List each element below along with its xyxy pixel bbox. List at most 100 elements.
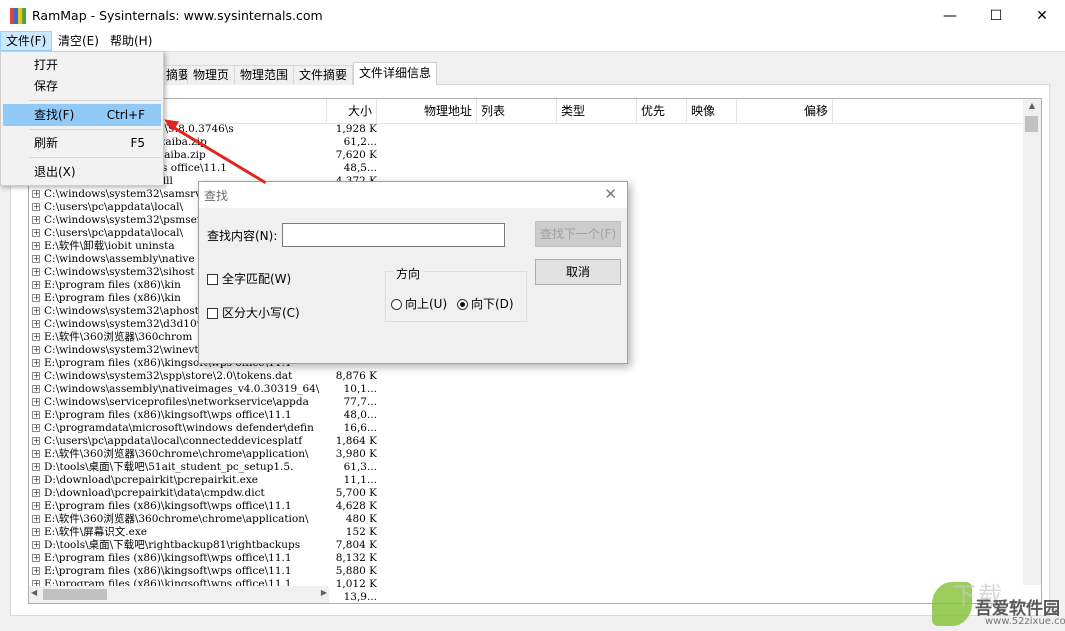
match-case-checkbox[interactable]: 区分大小写(C) xyxy=(207,304,300,321)
expand-icon[interactable]: + xyxy=(32,554,40,562)
table-row[interactable]: + C:\windows\serviceprofiles\networkservi… xyxy=(29,396,1022,409)
menu-clear[interactable]: 清空(E) xyxy=(53,31,104,51)
expand-icon[interactable]: + xyxy=(32,567,40,575)
expand-icon[interactable]: + xyxy=(32,333,40,341)
column-list[interactable]: 列表 xyxy=(477,99,557,123)
column-offset[interactable]: 偏移 xyxy=(737,99,833,123)
table-row[interactable]: + D:\download\pcrepairkit\pcrepairkit.exe… xyxy=(29,474,1022,487)
dialog-close-icon[interactable]: ✕ xyxy=(604,185,617,203)
expand-icon[interactable]: + xyxy=(32,515,40,523)
expand-icon[interactable]: + xyxy=(32,489,40,497)
menu-item-exit[interactable]: 退出(X) xyxy=(3,161,161,183)
table-row[interactable]: + D:\tools\桌面\下载吧\51ait_student_pc_setup1… xyxy=(29,461,1022,474)
expand-icon[interactable]: + xyxy=(32,346,40,354)
column-physical-address[interactable]: 物理地址 xyxy=(377,99,477,123)
cancel-button[interactable]: 取消 xyxy=(535,259,621,285)
expand-icon[interactable]: + xyxy=(32,398,40,406)
expand-icon[interactable]: + xyxy=(32,294,40,302)
table-row[interactable]: + C:\users\pc\appdata\local\connecteddevi… xyxy=(29,435,1022,448)
expand-icon[interactable]: + xyxy=(32,359,40,367)
expand-icon[interactable]: + xyxy=(32,450,40,458)
find-label: 查找内容(N): xyxy=(207,229,278,243)
table-row[interactable]: +E:\...\aitstudentpc_xiazaiba.zip61,2... xyxy=(29,136,1022,149)
menu-separator xyxy=(29,100,161,101)
expand-icon[interactable]: + xyxy=(32,528,40,536)
expand-icon[interactable]: + xyxy=(32,229,40,237)
find-input[interactable] xyxy=(282,223,505,247)
vertical-scrollbar[interactable]: ▲ xyxy=(1023,99,1041,585)
checkbox-label: 区分大小写(C) xyxy=(222,306,300,320)
scroll-right-icon[interactable]: ▶ xyxy=(321,588,327,597)
expand-icon[interactable]: + xyxy=(32,281,40,289)
expand-icon[interactable]: + xyxy=(32,255,40,263)
close-button[interactable]: ✕ xyxy=(1019,0,1065,31)
direction-up-radio[interactable]: 向上(U) xyxy=(391,295,447,312)
expand-icon[interactable]: + xyxy=(32,268,40,276)
row-path: E:\program files (x86)\kingsoft\wps offi… xyxy=(44,500,292,512)
menu-file[interactable]: 文件(F) xyxy=(0,31,53,51)
table-row[interactable]: +D:\...\rightbackup_xiazaiba.zip7,620 K xyxy=(29,149,1022,162)
menu-item-find[interactable]: 查找(F) Ctrl+F xyxy=(3,104,161,126)
table-row[interactable]: + E:\软件\屏幕识文.exe 152 K xyxy=(29,526,1022,539)
expand-icon[interactable]: + xyxy=(32,372,40,380)
table-row[interactable]: + E:\program files (x86)\kingsoft\wps off… xyxy=(29,565,1022,578)
row-size: 10,1... xyxy=(343,383,377,395)
column-image[interactable]: 映像 xyxy=(687,99,737,123)
tab-physical-pages[interactable]: 物理页 xyxy=(187,65,236,85)
menu-item-save[interactable]: 保存 xyxy=(3,75,161,97)
table-row[interactable]: + E:\软件\360浏览器\360chrome\chrome\applicati… xyxy=(29,448,1022,461)
table-row[interactable]: + C:\windows\system32\spp\store\2.0\token… xyxy=(29,370,1022,383)
column-type[interactable]: 类型 xyxy=(557,99,637,123)
expand-icon[interactable]: + xyxy=(32,320,40,328)
scroll-up-icon[interactable]: ▲ xyxy=(1023,101,1041,115)
tab-file-details[interactable]: 文件详细信息 xyxy=(353,62,438,85)
expand-icon[interactable]: + xyxy=(32,437,40,445)
table-row[interactable]: +E:\...(x86)\kingsoft\wps office\11.148,… xyxy=(29,162,1022,175)
expand-icon[interactable]: + xyxy=(32,541,40,549)
table-row[interactable]: + D:\download\pcrepairkit\data\cmpdw.dict… xyxy=(29,487,1022,500)
expand-icon[interactable]: + xyxy=(32,411,40,419)
expand-icon[interactable]: + xyxy=(32,476,40,484)
expand-icon[interactable]: + xyxy=(32,385,40,393)
horizontal-scroll-thumb[interactable] xyxy=(43,589,107,600)
maximize-button[interactable]: ☐ xyxy=(973,0,1019,31)
menu-help[interactable]: 帮助(H) xyxy=(105,31,157,51)
table-row[interactable]: + E:\软件\360浏览器\360chrome\chrome\applicati… xyxy=(29,513,1022,526)
expand-icon[interactable]: + xyxy=(32,190,40,198)
row-size: 8,876 K xyxy=(335,370,377,382)
row-size: 16,6... xyxy=(343,422,377,434)
find-next-button[interactable]: 查找下一个(F) xyxy=(535,221,621,247)
table-row[interactable]: + C:\programdata\microsoft\windows defend… xyxy=(29,422,1022,435)
expand-icon[interactable]: + xyxy=(32,463,40,471)
expand-icon[interactable]: + xyxy=(32,216,40,224)
table-row[interactable]: + E:\program files (x86)\kingsoft\wps off… xyxy=(29,552,1022,565)
expand-icon[interactable]: + xyxy=(32,424,40,432)
column-priority[interactable]: 优先 xyxy=(637,99,687,123)
radio-label: 向下(D) xyxy=(471,297,514,311)
expand-icon[interactable]: + xyxy=(32,203,40,211)
row-path: E:\program files (x86)\kingsoft\wps offi… xyxy=(44,565,292,577)
table-row[interactable]: + D:\tools\桌面\下载吧\rightbackup81\rightback… xyxy=(29,539,1022,552)
menu-item-open[interactable]: 打开 xyxy=(3,54,161,76)
minimize-button[interactable]: — xyxy=(927,0,973,31)
direction-down-radio[interactable]: 向下(D) xyxy=(457,295,514,312)
row-path: E:\软件\屏幕识文.exe xyxy=(44,526,147,538)
row-path: E:\软件\360浏览器\360chrome\chrome\applicatio… xyxy=(44,513,309,525)
tab-file-summary[interactable]: 文件摘要 xyxy=(293,65,354,85)
expand-icon[interactable]: + xyxy=(32,502,40,510)
expand-icon[interactable]: + xyxy=(32,242,40,250)
match-whole-word-checkbox[interactable]: 全字匹配(W) xyxy=(207,270,291,287)
scroll-left-icon[interactable]: ◀ xyxy=(31,588,37,597)
table-row[interactable]: + C:\windows\assembly\nativeimages_v4.0.3… xyxy=(29,383,1022,396)
expand-icon[interactable]: + xyxy=(32,307,40,315)
table-row[interactable]: + E:\program files (x86)\kingsoft\wps off… xyxy=(29,500,1022,513)
tab-physical-ranges[interactable]: 物理范围 xyxy=(234,65,295,85)
horizontal-scrollbar[interactable]: ◀ ▶ xyxy=(29,586,329,603)
rammap-app-icon xyxy=(10,8,26,24)
menu-item-refresh[interactable]: 刷新 F5 xyxy=(3,132,161,154)
column-size[interactable]: 大小 xyxy=(327,99,377,123)
row-path: D:\download\pcrepairkit\pcrepairkit.exe xyxy=(44,474,258,486)
table-row[interactable]: + E:\program files (x86)\kingsoft\wps off… xyxy=(29,409,1022,422)
file-menu-dropdown: 打开 保存 查找(F) Ctrl+F 刷新 F5 退出(X) xyxy=(0,51,164,186)
vertical-scroll-thumb[interactable] xyxy=(1025,116,1038,132)
